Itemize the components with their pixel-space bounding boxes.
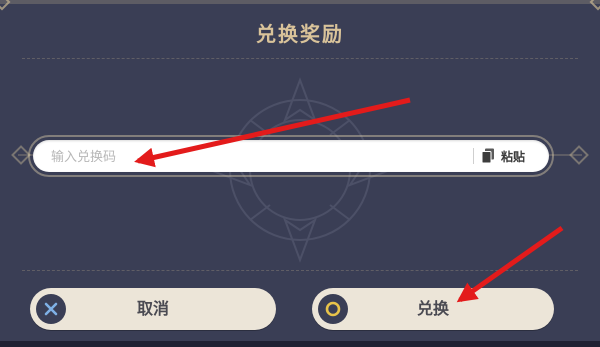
cancel-button[interactable]: 取消 xyxy=(30,288,276,330)
title-divider xyxy=(22,58,578,59)
redeem-code-field[interactable]: 粘贴 xyxy=(33,140,549,172)
cancel-label: 取消 xyxy=(136,299,169,318)
redeem-label: 兑换 xyxy=(416,299,449,318)
paste-label: 粘贴 xyxy=(501,149,526,164)
redeem-dialog: 兑换奖励 粘贴 xyxy=(0,0,600,347)
redeem-button[interactable]: 兑换 xyxy=(312,288,554,330)
dialog-bottom-edge xyxy=(0,341,600,347)
dialog-title: 兑换奖励 xyxy=(256,22,344,46)
corner-ornament xyxy=(589,0,600,11)
footer-divider xyxy=(22,270,578,271)
paste-button[interactable]: 粘贴 xyxy=(481,145,543,167)
paste-separator xyxy=(473,148,474,164)
paste-icon xyxy=(481,148,494,164)
rail-ornament-right xyxy=(569,145,589,165)
redeem-code-input[interactable] xyxy=(49,144,473,170)
corner-ornament xyxy=(0,0,11,11)
dialog-top-edge xyxy=(0,0,600,4)
